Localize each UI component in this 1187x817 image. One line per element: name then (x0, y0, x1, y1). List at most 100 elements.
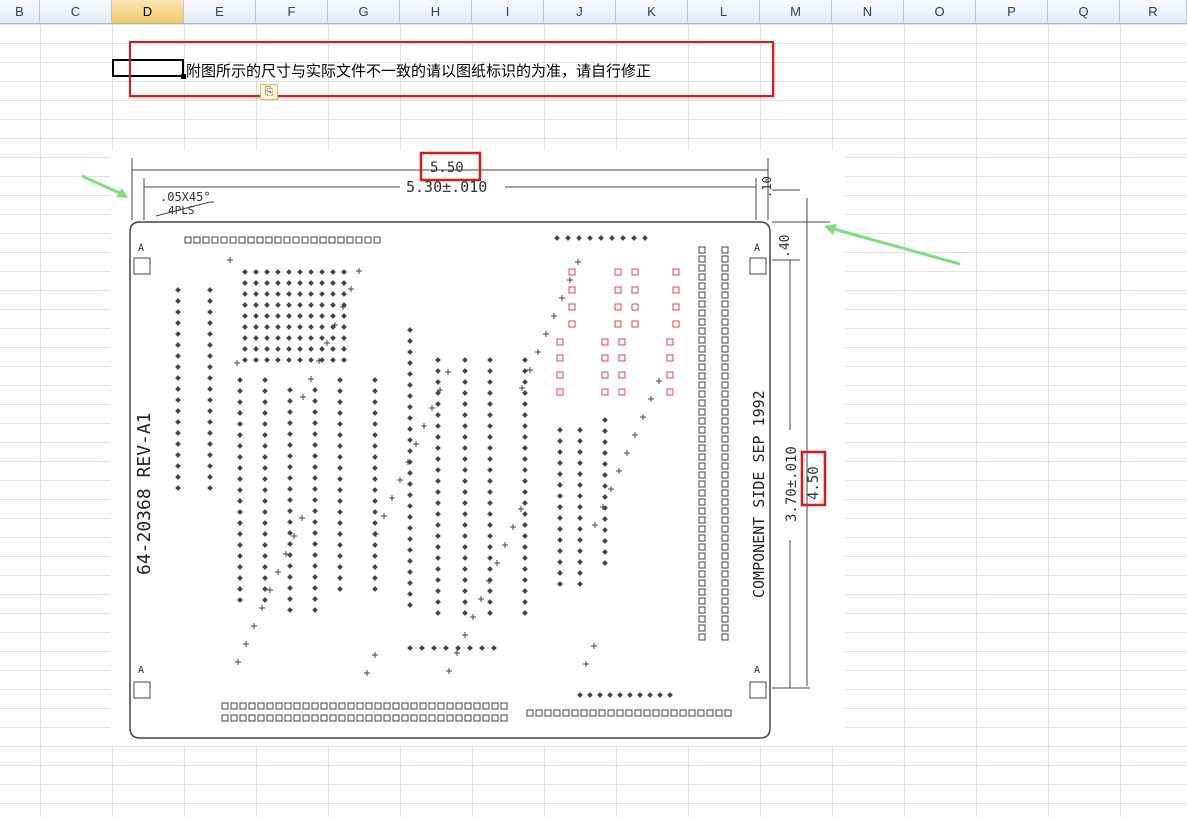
via (462, 500, 468, 506)
via (602, 439, 608, 445)
via (275, 269, 281, 275)
column-header-L[interactable]: L (688, 0, 760, 23)
via (297, 346, 303, 352)
via (491, 645, 497, 651)
via (264, 280, 270, 286)
via (207, 298, 213, 304)
via (319, 302, 325, 308)
column-header-H[interactable]: H (400, 0, 472, 23)
via (522, 357, 528, 363)
via (372, 586, 378, 592)
column-header-G[interactable]: G (328, 0, 400, 23)
via (207, 320, 213, 326)
column-header-J[interactable]: J (544, 0, 616, 23)
pad (698, 345, 706, 353)
via (312, 398, 318, 404)
column-header-N[interactable]: N (832, 0, 904, 23)
test-point (592, 522, 598, 528)
pad (721, 633, 729, 641)
via (462, 566, 468, 572)
pad (721, 543, 729, 551)
pad (401, 702, 409, 710)
column-header-K[interactable]: K (616, 0, 688, 23)
via (372, 432, 378, 438)
pad (220, 236, 228, 244)
via (372, 410, 378, 416)
test-point (372, 652, 378, 658)
column-header-E[interactable]: E (184, 0, 256, 23)
via (297, 313, 303, 319)
pad (721, 453, 729, 461)
via (577, 504, 583, 510)
test-point (591, 643, 597, 649)
via (577, 526, 583, 532)
via (308, 324, 314, 330)
pad (482, 702, 490, 710)
via (620, 235, 626, 241)
pcb-drawing-image[interactable]: 5.50 5.30±.010 .05X45° 4PLS .10 .40 3.70… (110, 150, 845, 745)
via (312, 508, 318, 514)
pad (721, 336, 729, 344)
via (312, 585, 318, 591)
via (522, 544, 528, 550)
column-header-I[interactable]: I (472, 0, 544, 23)
via (237, 465, 243, 471)
column-header-Q[interactable]: Q (1048, 0, 1120, 23)
via (557, 537, 563, 543)
via (522, 555, 528, 561)
clipboard-icon[interactable]: ⎘ (260, 84, 278, 100)
via (602, 560, 608, 566)
pad (455, 702, 463, 710)
via (602, 472, 608, 478)
pad (721, 444, 729, 452)
pad (698, 534, 706, 542)
via (372, 465, 378, 471)
via (647, 692, 653, 698)
column-header-R[interactable]: R (1120, 0, 1187, 23)
column-header-O[interactable]: O (904, 0, 976, 23)
pad (698, 516, 706, 524)
via (253, 335, 259, 341)
via (262, 597, 268, 603)
test-point (608, 486, 614, 492)
column-header-C[interactable]: C (40, 0, 112, 23)
via (253, 302, 259, 308)
via (642, 235, 648, 241)
pad (473, 702, 481, 710)
via (237, 487, 243, 493)
pad (698, 408, 706, 416)
pad (437, 702, 445, 710)
via (319, 357, 325, 363)
via (462, 357, 468, 363)
pad (464, 702, 472, 710)
via (175, 441, 181, 447)
via (207, 463, 213, 469)
column-header-D[interactable]: D (112, 0, 184, 23)
via (297, 280, 303, 286)
test-point (397, 477, 403, 483)
via (262, 377, 268, 383)
pad (698, 318, 706, 326)
via (337, 586, 343, 592)
via (407, 536, 413, 542)
via (287, 585, 293, 591)
via (287, 552, 293, 558)
via (372, 564, 378, 570)
pad (672, 286, 680, 294)
pad (634, 709, 642, 717)
pad (721, 255, 729, 263)
pad (238, 236, 246, 244)
via (253, 357, 259, 363)
via (308, 269, 314, 275)
column-header-M[interactable]: M (760, 0, 832, 23)
via (262, 553, 268, 559)
test-point (421, 423, 427, 429)
pad (419, 714, 427, 722)
via (557, 427, 563, 433)
via (577, 537, 583, 543)
column-header-B[interactable]: B (0, 0, 40, 23)
via (286, 280, 292, 286)
via (341, 269, 347, 275)
column-header-P[interactable]: P (976, 0, 1048, 23)
column-header-F[interactable]: F (256, 0, 328, 23)
